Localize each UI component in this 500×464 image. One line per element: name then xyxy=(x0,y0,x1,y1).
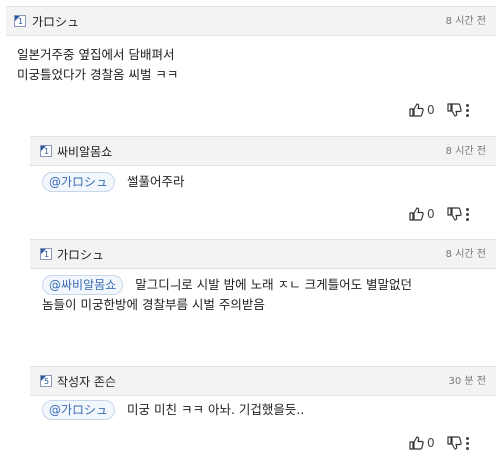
comment-author[interactable]: 싸비알몸쇼 xyxy=(57,143,112,161)
comment-header: 1 가ロシュ 8 시간 전 xyxy=(30,239,496,269)
comment-actions: 0 xyxy=(408,102,498,120)
comment-header: 1 싸비알몸쇼 8 시간 전 xyxy=(30,136,496,166)
comment: 1 가ロシュ 8 시간 전 일본거주중 옆집에서 담배펴서 미궁틀었다가 경찰옴… xyxy=(0,0,500,130)
like-count: 0 xyxy=(427,436,435,450)
comment-author[interactable]: 가ロシュ xyxy=(57,246,104,264)
comment-actions: 0 xyxy=(408,435,498,453)
reply: 1 싸비알몸쇼 8 시간 전 @가ロシュ 썰풀어주라 0 xyxy=(30,130,500,233)
comment-timestamp: 8 시간 전 xyxy=(445,16,486,27)
thumbs-up-icon[interactable] xyxy=(408,435,424,451)
comment-header: 5 작성자 존슨 30 분 전 xyxy=(30,366,496,396)
level-icon: 1 xyxy=(40,248,52,260)
like-count: 0 xyxy=(427,103,435,117)
comment-text: @가ロシュ 미궁 미친 ㅋㅋ 아놔. 기겁했을듯.. xyxy=(42,400,304,420)
mention-tag[interactable]: @가ロシュ xyxy=(42,172,116,192)
comment-author[interactable]: 작성자 존슨 xyxy=(57,373,116,391)
level-icon: 1 xyxy=(14,15,26,27)
comment-timestamp: 8 시간 전 xyxy=(445,146,486,157)
thumbs-down-icon[interactable] xyxy=(446,206,462,222)
thumbs-down-icon[interactable] xyxy=(446,102,462,118)
comment-author[interactable]: 가ロシュ xyxy=(32,13,79,31)
comment-timestamp: 8 시간 전 xyxy=(445,249,486,260)
comment-text: @가ロシュ 썰풀어주라 xyxy=(42,172,185,192)
level-icon: 5 xyxy=(40,375,52,387)
comment-timestamp: 30 분 전 xyxy=(448,376,486,387)
thumbs-up-icon[interactable] xyxy=(408,206,424,222)
level-icon: 1 xyxy=(40,145,52,157)
comment-header: 1 가ロシュ 8 시간 전 xyxy=(6,6,496,36)
comment-text: @싸비알몸쇼 말그디ㅢ로 시발 밤에 노래 ㅈㄴ 크게틀어도 별말없던 놈들이 미… xyxy=(42,275,413,312)
mention-tag[interactable]: @싸비알몸쇼 xyxy=(42,275,124,295)
reply: 5 작성자 존슨 30 분 전 @가ロシュ 미궁 미친 ㅋㅋ 아놔. 기겁했을듯.… xyxy=(30,360,500,464)
comment-actions: 0 xyxy=(408,206,498,224)
more-vertical-icon[interactable] xyxy=(466,436,470,450)
like-count: 0 xyxy=(427,207,435,221)
mention-tag[interactable]: @가ロシュ xyxy=(42,400,116,420)
thumbs-up-icon[interactable] xyxy=(408,102,424,118)
reply: 1 가ロシュ 8 시간 전 @싸비알몸쇼 말그디ㅢ로 시발 밤에 노래 ㅈㄴ 크게… xyxy=(30,233,500,360)
comment-text: 일본거주중 옆집에서 담배펴서 미궁틀었다가 경찰옴 씨벌 ㅋㅋ xyxy=(17,47,179,82)
thumbs-down-icon[interactable] xyxy=(446,435,462,451)
more-vertical-icon[interactable] xyxy=(466,207,470,221)
more-vertical-icon[interactable] xyxy=(466,103,470,117)
